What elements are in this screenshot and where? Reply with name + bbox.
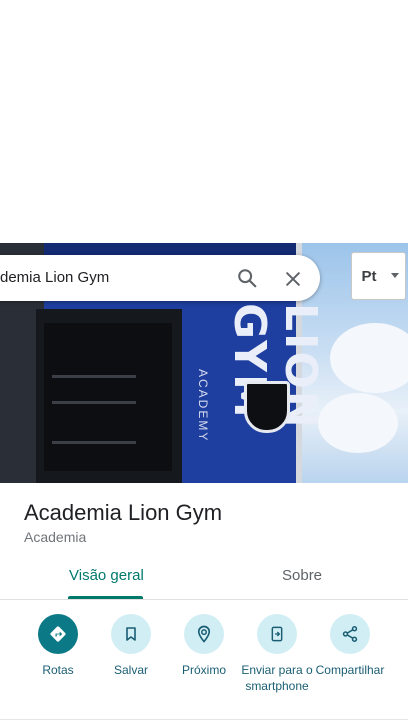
save-button[interactable]: Salvar: [91, 614, 171, 678]
share-icon: [330, 614, 370, 654]
close-icon[interactable]: [278, 264, 308, 294]
map-blank-area: [0, 0, 408, 243]
search-bar[interactable]: demia Lion Gym: [0, 255, 320, 301]
tab-overview[interactable]: Visão geral: [69, 567, 144, 584]
search-icon[interactable]: [232, 263, 262, 293]
nearby-icon: [184, 614, 224, 654]
directions-icon: [38, 614, 78, 654]
send-to-phone-icon: [257, 614, 297, 654]
layer-language-label: Pt: [361, 267, 377, 285]
bookmark-icon: [111, 614, 151, 654]
search-input[interactable]: demia Lion Gym: [0, 269, 109, 286]
bottom-divider: [0, 719, 408, 720]
photo-logo: [244, 381, 290, 433]
photo-detail: [52, 401, 136, 404]
share-label: Compartilhar: [315, 663, 385, 677]
directions-label: Rotas: [42, 663, 74, 677]
chevron-down-icon[interactable]: [385, 252, 406, 300]
photo-sign-sub: ACADEMY: [196, 369, 210, 443]
directions-button[interactable]: Rotas: [18, 614, 98, 678]
photo-detail: [52, 375, 136, 378]
nearby-label: Próximo: [181, 663, 226, 677]
place-category: Academia: [24, 529, 87, 545]
photo-cloud: [318, 393, 398, 453]
tab-divider: [0, 599, 408, 600]
place-title: Academia Lion Gym: [24, 500, 223, 525]
share-button[interactable]: Compartilhar: [310, 614, 390, 678]
layer-language-button[interactable]: Pt: [351, 252, 387, 300]
tab-about[interactable]: Sobre: [282, 567, 322, 584]
photo-detail: [52, 441, 136, 444]
send-to-phone-button[interactable]: Enviar para o smartphone: [237, 614, 317, 694]
save-label: Salvar: [113, 663, 148, 677]
nearby-button[interactable]: Próximo: [164, 614, 244, 678]
photo-glass: [44, 323, 172, 471]
send-to-phone-label: Enviar para o smartphone: [241, 663, 313, 693]
